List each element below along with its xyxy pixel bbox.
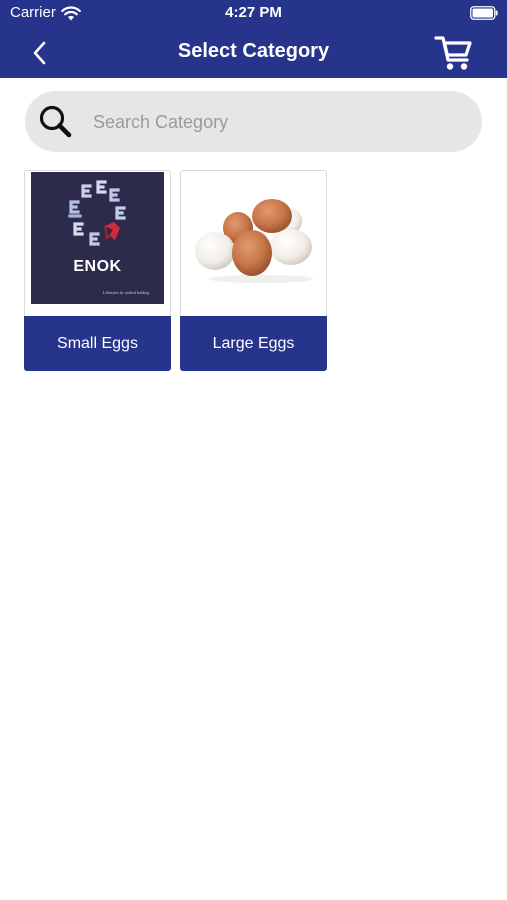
category-image-container: ENOK Lifestyles by unified holding xyxy=(24,170,171,316)
category-card-large-eggs[interactable]: Large Eggs xyxy=(180,170,327,371)
cart-button[interactable] xyxy=(434,33,474,73)
search-bar xyxy=(25,91,482,152)
cart-icon xyxy=(434,36,472,70)
category-label[interactable]: Large Eggs xyxy=(180,316,327,371)
logo-tagline: Lifestyles by unified holding xyxy=(103,290,150,295)
app-header: Carrier 4:27 PM Select Category xyxy=(0,0,507,78)
category-card-small-eggs[interactable]: ENOK Lifestyles by unified holding Small… xyxy=(24,170,171,371)
eggs-photo-image xyxy=(195,199,313,283)
page-title: Select Category xyxy=(177,40,330,62)
enok-snowflake-logo xyxy=(68,180,126,246)
status-time: 4:27 PM xyxy=(225,4,282,21)
category-label[interactable]: Small Eggs xyxy=(24,316,171,371)
status-bar: Carrier 4:27 PM xyxy=(0,0,507,28)
battery-icon xyxy=(470,6,498,20)
enok-logo-image: ENOK Lifestyles by unified holding xyxy=(31,172,164,304)
search-icon xyxy=(39,105,72,138)
nav-bar: Select Category xyxy=(0,28,507,78)
logo-text: ENOK xyxy=(73,258,122,275)
search-input[interactable] xyxy=(93,103,463,141)
category-image-container xyxy=(180,170,327,316)
